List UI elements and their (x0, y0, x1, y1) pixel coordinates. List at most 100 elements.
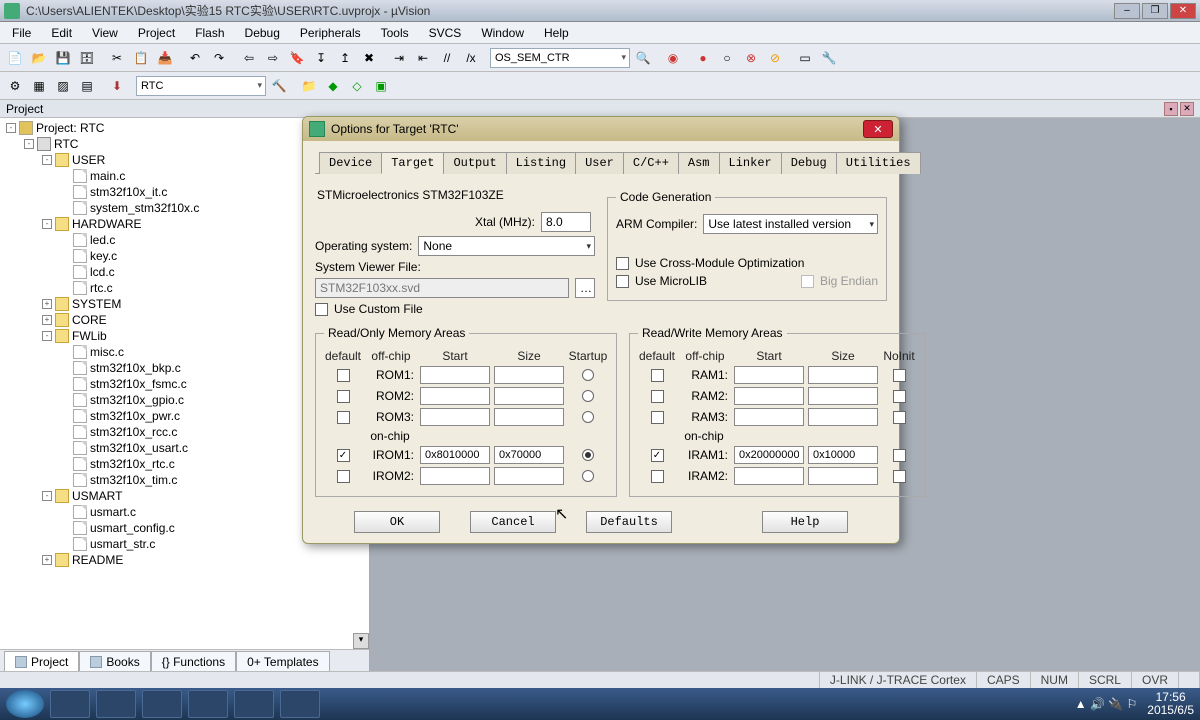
task-folder-icon[interactable] (142, 690, 182, 718)
tab-user[interactable]: User (575, 152, 624, 174)
menu-project[interactable]: Project (130, 24, 183, 42)
task-explorer-icon[interactable] (50, 690, 90, 718)
translate-icon[interactable]: ⚙ (4, 75, 26, 97)
select-pack-icon[interactable]: ◇ (346, 75, 368, 97)
maximize-button[interactable]: ❐ (1142, 3, 1168, 19)
bookmark-next-icon[interactable]: ↧ (310, 47, 332, 69)
irom1-default-checkbox[interactable]: ✓ (337, 449, 350, 462)
breakpoint-kill-icon[interactable]: ⊗ (740, 47, 762, 69)
uncomment-icon[interactable]: /x (460, 47, 482, 69)
rom2-size-input[interactable] (494, 387, 564, 405)
indent-icon[interactable]: ⇥ (388, 47, 410, 69)
find-icon[interactable]: 🔍 (632, 47, 654, 69)
menu-help[interactable]: Help (536, 24, 577, 42)
breakpoint-disable-icon[interactable]: ○ (716, 47, 738, 69)
rom1-startup-radio[interactable] (582, 369, 594, 381)
menu-flash[interactable]: Flash (187, 24, 232, 42)
tab-books[interactable]: Books (79, 651, 150, 671)
bookmark-clear-icon[interactable]: ✖ (358, 47, 380, 69)
tab-ccpp[interactable]: C/C++ (623, 152, 679, 174)
tab-linker[interactable]: Linker (719, 152, 782, 174)
debug-start-icon[interactable]: ◉ (662, 47, 684, 69)
save-icon[interactable]: 💾 (52, 47, 74, 69)
arm-compiler-select[interactable]: Use latest installed version (703, 214, 878, 234)
iram1-start-input[interactable] (734, 446, 804, 464)
tab-asm[interactable]: Asm (678, 152, 720, 174)
ram1-noinit-checkbox[interactable] (893, 369, 906, 382)
irom2-default-checkbox[interactable] (337, 470, 350, 483)
defaults-button[interactable]: Defaults (586, 511, 672, 533)
menu-view[interactable]: View (84, 24, 126, 42)
svf-browse-button[interactable]: … (575, 278, 595, 298)
tab-output[interactable]: Output (443, 152, 506, 174)
pack-installer-icon[interactable]: ▣ (370, 75, 392, 97)
tab-templates[interactable]: 0+ Templates (236, 651, 330, 671)
tab-device[interactable]: Device (319, 152, 382, 174)
tab-target[interactable]: Target (381, 152, 444, 174)
menu-debug[interactable]: Debug (237, 24, 288, 42)
iram2-noinit-checkbox[interactable] (893, 470, 906, 483)
tab-functions[interactable]: {} Functions (151, 651, 236, 671)
panel-pin-icon[interactable]: ▪ (1164, 102, 1178, 116)
manage-rte-icon[interactable]: ◆ (322, 75, 344, 97)
rebuild-icon[interactable]: ▨ (52, 75, 74, 97)
os-select[interactable]: None (418, 236, 595, 256)
irom1-start-input[interactable] (420, 446, 490, 464)
tab-listing[interactable]: Listing (506, 152, 576, 174)
ram2-size-input[interactable] (808, 387, 878, 405)
find-combo[interactable]: OS_SEM_CTR (490, 48, 630, 68)
window-icon[interactable]: ▭ (794, 47, 816, 69)
menu-svcs[interactable]: SVCS (421, 24, 470, 42)
ram2-noinit-checkbox[interactable] (893, 390, 906, 403)
cancel-button[interactable]: Cancel (470, 511, 556, 533)
target-options-icon[interactable]: 🔨 (268, 75, 290, 97)
ram2-start-input[interactable] (734, 387, 804, 405)
new-icon[interactable]: 📄 (4, 47, 26, 69)
irom2-startup-radio[interactable] (582, 470, 594, 482)
bookmark-icon[interactable]: 🔖 (286, 47, 308, 69)
redo-icon[interactable]: ↷ (208, 47, 230, 69)
system-tray[interactable]: ▲ 🔊 🔌 ⚐ 17:562015/6/5 (1075, 691, 1194, 717)
copy-icon[interactable]: 📋 (130, 47, 152, 69)
rom1-start-input[interactable] (420, 366, 490, 384)
irom2-start-input[interactable] (420, 467, 490, 485)
xtal-input[interactable] (541, 212, 591, 232)
iram2-start-input[interactable] (734, 467, 804, 485)
cut-icon[interactable]: ✂ (106, 47, 128, 69)
task-ppt-icon[interactable] (280, 690, 320, 718)
irom2-size-input[interactable] (494, 467, 564, 485)
tab-utilities[interactable]: Utilities (836, 152, 921, 174)
bookmark-prev-icon[interactable]: ↥ (334, 47, 356, 69)
task-uvision-icon[interactable] (234, 690, 274, 718)
iram1-noinit-checkbox[interactable] (893, 449, 906, 462)
start-button[interactable] (6, 690, 44, 718)
dialog-titlebar[interactable]: Options for Target 'RTC' ✕ (303, 117, 899, 141)
open-icon[interactable]: 📂 (28, 47, 50, 69)
iram2-default-checkbox[interactable] (651, 470, 664, 483)
dialog-close-button[interactable]: ✕ (863, 120, 893, 138)
configure-icon[interactable]: 🔧 (818, 47, 840, 69)
iram2-size-input[interactable] (808, 467, 878, 485)
tab-project[interactable]: Project (4, 651, 79, 671)
download-icon[interactable]: ⬇ (106, 75, 128, 97)
scroll-down-icon[interactable]: ▾ (353, 633, 369, 649)
rom3-start-input[interactable] (420, 408, 490, 426)
nav-back-icon[interactable]: ⇦ (238, 47, 260, 69)
ram3-default-checkbox[interactable] (651, 411, 664, 424)
ram3-size-input[interactable] (808, 408, 878, 426)
rom2-default-checkbox[interactable] (337, 390, 350, 403)
manage-icon[interactable]: 📁 (298, 75, 320, 97)
rom2-startup-radio[interactable] (582, 390, 594, 402)
ram1-default-checkbox[interactable] (651, 369, 664, 382)
help-button[interactable]: Help (762, 511, 848, 533)
nav-fwd-icon[interactable]: ⇨ (262, 47, 284, 69)
rom3-default-checkbox[interactable] (337, 411, 350, 424)
breakpoint-off-icon[interactable]: ⊘ (764, 47, 786, 69)
task-app1-icon[interactable] (96, 690, 136, 718)
comment-icon[interactable]: // (436, 47, 458, 69)
custom-file-checkbox[interactable] (315, 303, 328, 316)
tree-group[interactable]: +README (42, 552, 367, 568)
irom1-startup-radio[interactable] (582, 449, 594, 461)
menu-edit[interactable]: Edit (43, 24, 80, 42)
tab-debug[interactable]: Debug (781, 152, 837, 174)
